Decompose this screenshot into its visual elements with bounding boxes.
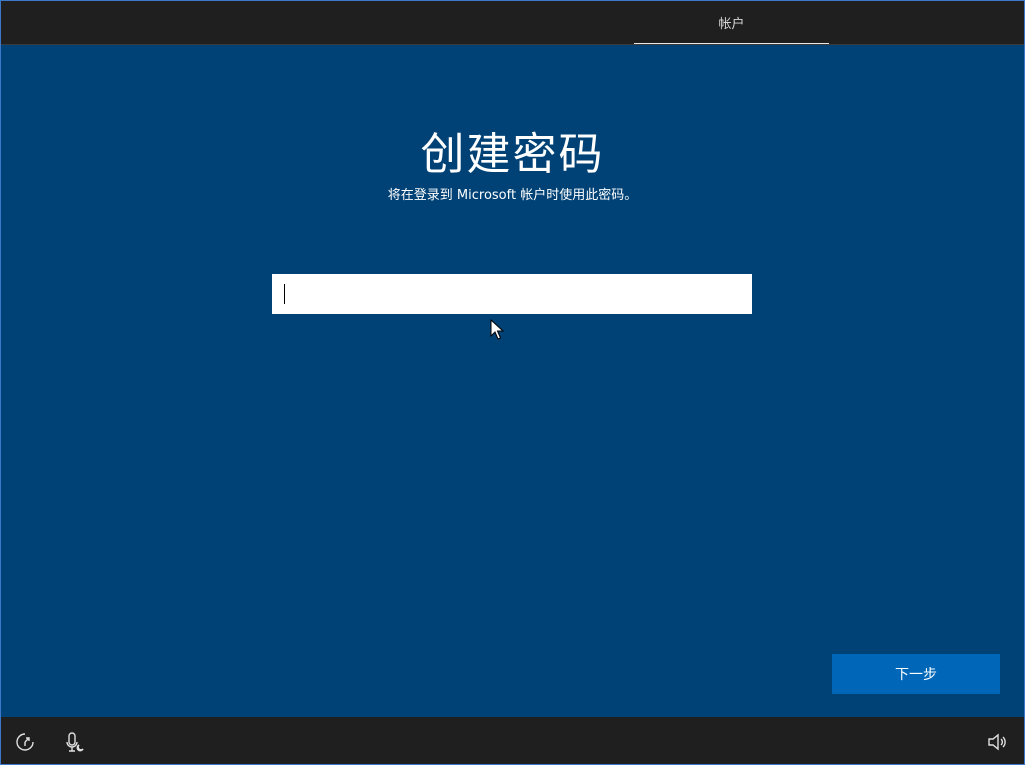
tab-account[interactable]: 帐户 — [634, 0, 829, 45]
tab-account-label: 帐户 — [718, 17, 745, 32]
mouse-pointer-icon — [490, 319, 504, 340]
text-caret — [284, 284, 285, 304]
ease-of-access-icon[interactable] — [14, 731, 36, 753]
microphone-icon[interactable] — [64, 731, 86, 753]
next-button-label: 下一步 — [895, 667, 937, 683]
next-button[interactable]: 下一步 — [832, 654, 1000, 694]
volume-icon[interactable] — [986, 731, 1008, 753]
main-panel: 创建密码 将在登录到 Microsoft 帐户时使用此密码。 下一步 — [0, 45, 1025, 717]
page-title: 创建密码 — [420, 129, 605, 180]
password-input[interactable] — [272, 274, 752, 314]
page-subtitle: 将在登录到 Microsoft 帐户时使用此密码。 — [387, 188, 638, 203]
bottom-bar — [0, 717, 1025, 765]
top-bar: 帐户 — [0, 0, 1025, 45]
